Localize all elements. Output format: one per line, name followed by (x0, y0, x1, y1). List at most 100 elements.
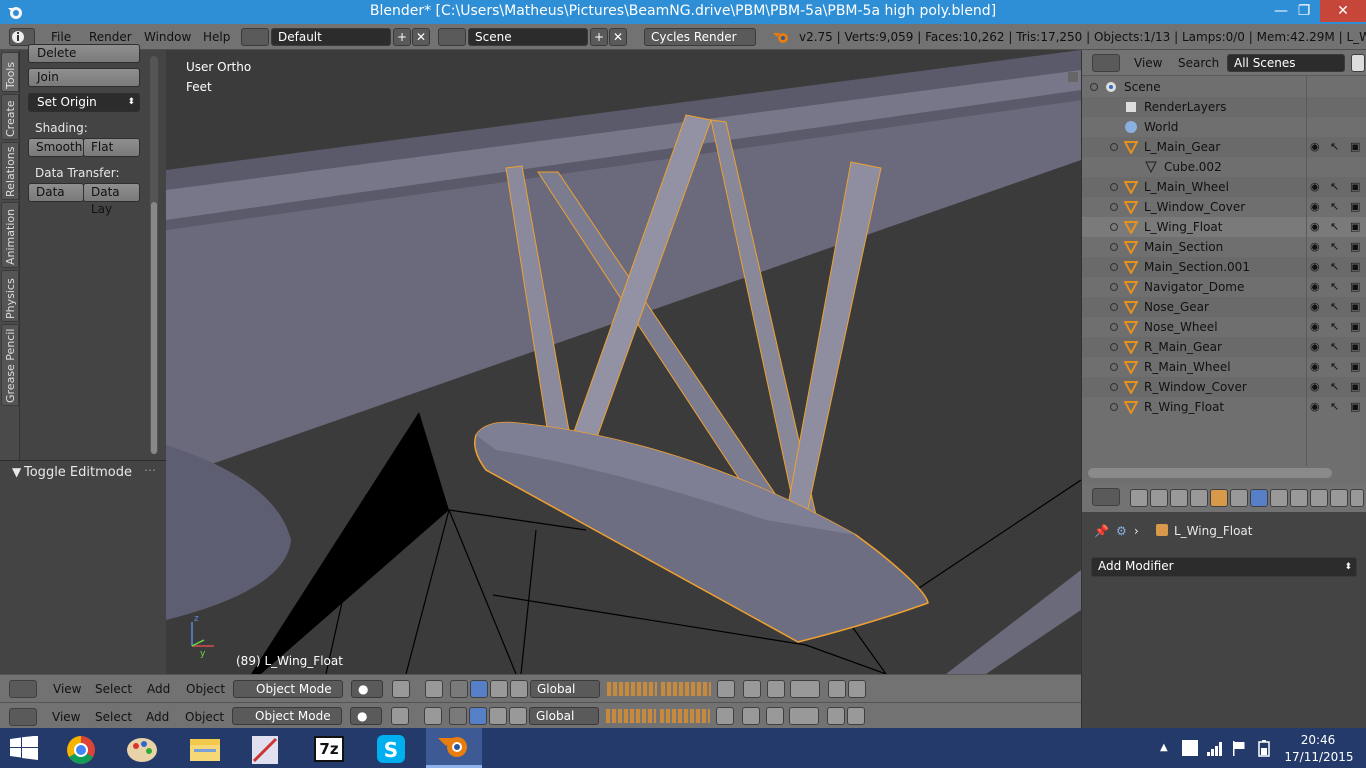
tool-shelf-scrollbar[interactable] (150, 56, 158, 454)
outliner-row[interactable]: Nose_Gear ◉ ↖ ▣ (1082, 297, 1366, 317)
delete-button[interactable]: Delete (28, 44, 140, 63)
orientation-select-secondary[interactable]: Global (529, 707, 599, 725)
layers-grid-d[interactable] (660, 709, 710, 723)
7zip-icon[interactable]: 7z (314, 736, 344, 762)
render-animation-icon-secondary[interactable] (847, 707, 865, 725)
action-center-icon[interactable] (1182, 740, 1198, 756)
transform-icon-secondary[interactable] (509, 707, 527, 725)
object-context-icon[interactable] (1210, 489, 1228, 507)
physics-context-icon[interactable] (1350, 489, 1364, 507)
outliner-row-label[interactable]: Nose_Gear (1144, 297, 1209, 317)
outliner-row-label[interactable]: Scene (1124, 77, 1161, 97)
camera-icon[interactable]: ▣ (1350, 197, 1360, 217)
outliner-editor-type-icon[interactable] (1092, 54, 1120, 72)
layer-lock-icon-secondary[interactable] (716, 707, 734, 725)
outliner-row-label[interactable]: R_Wing_Float (1144, 397, 1224, 417)
outliner-row-label[interactable]: L_Main_Wheel (1144, 177, 1229, 197)
camera-icon[interactable]: ▣ (1350, 397, 1360, 417)
scene-field[interactable]: Scene (468, 28, 588, 46)
cursor-icon[interactable]: ↖ (1330, 377, 1339, 397)
tab-create[interactable]: Create (1, 94, 19, 140)
manipulator-icon[interactable] (425, 680, 443, 698)
camera-icon[interactable]: ▣ (1350, 177, 1360, 197)
data-context-icon[interactable] (1270, 489, 1288, 507)
camera-icon[interactable]: ▣ (1350, 297, 1360, 317)
join-button[interactable]: Join (28, 68, 140, 87)
tab-tools[interactable]: Tools (1, 52, 19, 92)
outliner-search-icon[interactable] (1351, 54, 1365, 72)
expand-toggle-icon[interactable] (1110, 203, 1118, 211)
tab-relations[interactable]: Relations (1, 142, 19, 200)
menu-file[interactable]: File (51, 30, 71, 44)
render-context-icon[interactable] (1130, 489, 1148, 507)
cursor-icon[interactable]: ↖ (1330, 277, 1339, 297)
expand-toggle-icon[interactable] (1110, 343, 1118, 351)
expand-toggle-icon[interactable] (1110, 303, 1118, 311)
camera-icon[interactable]: ▣ (1350, 357, 1360, 377)
expand-toggle-icon[interactable] (1110, 223, 1118, 231)
3d-viewport[interactable]: y z User Ortho Feet (89) L_Wing_Float (166, 50, 1081, 674)
editor-type-icon-secondary[interactable] (9, 708, 37, 726)
eye-icon[interactable]: ◉ (1310, 297, 1320, 317)
expand-toggle-icon[interactable] (1110, 283, 1118, 291)
clock-time[interactable]: 20:46 (1288, 733, 1348, 747)
flat-button[interactable]: Flat (83, 138, 140, 157)
cursor-icon[interactable]: ↖ (1330, 397, 1339, 417)
expand-toggle-icon[interactable] (1110, 323, 1118, 331)
layers-grid-b[interactable] (661, 682, 711, 696)
rotate-icon-secondary[interactable] (469, 707, 487, 725)
render-animation-icon[interactable] (848, 680, 866, 698)
rotate-icon[interactable] (470, 680, 488, 698)
eye-icon[interactable]: ◉ (1310, 177, 1320, 197)
header-select-menu[interactable]: Select (95, 682, 132, 696)
proportional-edit-icon-secondary[interactable] (742, 707, 760, 725)
battery-icon[interactable] (1258, 739, 1270, 757)
outliner-row[interactable]: Nose_Wheel ◉ ↖ ▣ (1082, 317, 1366, 337)
translate-icon-secondary[interactable] (449, 707, 467, 725)
file-explorer-icon[interactable] (180, 731, 230, 767)
scene-context-icon[interactable] (1170, 489, 1188, 507)
camera-icon[interactable]: ▣ (1350, 317, 1360, 337)
maximize-button[interactable]: ❐ (1287, 0, 1321, 22)
mode-select[interactable]: Object Mode (233, 680, 343, 698)
outliner-row[interactable]: Scene (1082, 77, 1366, 97)
outliner-row-label[interactable]: Main_Section.001 (1144, 257, 1250, 277)
expand-toggle-icon[interactable] (1090, 83, 1098, 91)
outliner-row[interactable]: L_Main_Gear ◉ ↖ ▣ (1082, 137, 1366, 157)
menu-window[interactable]: Window (144, 30, 191, 44)
paint-icon[interactable] (117, 731, 167, 767)
eye-icon[interactable]: ◉ (1310, 397, 1320, 417)
drawing-app-icon[interactable] (240, 731, 290, 767)
outliner-row[interactable]: World (1082, 117, 1366, 137)
proportional-edit-icon[interactable] (743, 680, 761, 698)
add-layout-icon[interactable]: + (393, 28, 411, 46)
properties-editor-type-icon[interactable] (1092, 488, 1120, 506)
chrome-icon[interactable] (56, 731, 106, 767)
outliner-row-label[interactable]: Navigator_Dome (1144, 277, 1244, 297)
outliner-row-label[interactable]: L_Main_Gear (1144, 137, 1220, 157)
eye-icon[interactable]: ◉ (1310, 357, 1320, 377)
expand-toggle-icon[interactable] (1110, 383, 1118, 391)
screen-layout-icon[interactable] (241, 28, 269, 46)
render-layers-context-icon[interactable] (1150, 489, 1168, 507)
outliner-row[interactable]: L_Window_Cover ◉ ↖ ▣ (1082, 197, 1366, 217)
set-origin-select[interactable]: Set Origin ⬍ (28, 93, 140, 112)
outliner-row-label[interactable]: RenderLayers (1144, 97, 1226, 117)
layers-grid-c[interactable] (606, 709, 656, 723)
render-engine-select[interactable]: Cycles Render (644, 28, 756, 46)
cursor-icon[interactable]: ↖ (1330, 197, 1339, 217)
expand-toggle-icon[interactable] (1110, 403, 1118, 411)
cursor-icon[interactable]: ↖ (1330, 137, 1339, 157)
camera-icon[interactable]: ▣ (1350, 137, 1360, 157)
outliner-row-label[interactable]: Main_Section (1144, 237, 1223, 257)
camera-icon[interactable]: ▣ (1350, 217, 1360, 237)
outliner-row[interactable]: Navigator_Dome ◉ ↖ ▣ (1082, 277, 1366, 297)
scale-icon-secondary[interactable] (489, 707, 507, 725)
render-preview-icon[interactable] (828, 680, 846, 698)
close-button[interactable]: ✕ (1320, 0, 1366, 22)
expand-toggle-icon[interactable] (1110, 363, 1118, 371)
eye-icon[interactable]: ◉ (1310, 317, 1320, 337)
layout-field[interactable]: Default (271, 28, 391, 46)
outliner-scrollbar[interactable] (1088, 468, 1332, 478)
add-scene-icon[interactable]: + (590, 28, 608, 46)
